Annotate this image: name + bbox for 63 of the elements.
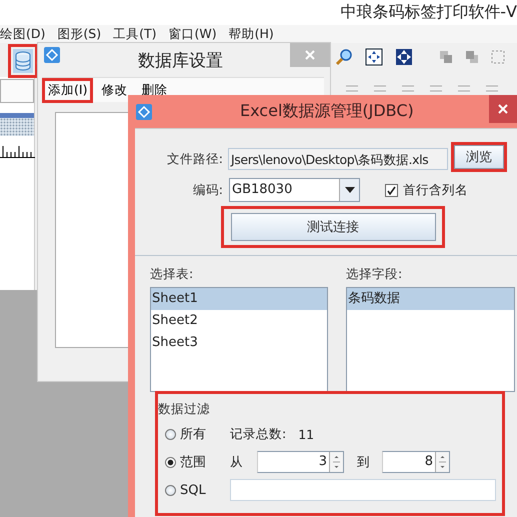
checkbox[interactable]: [385, 184, 398, 196]
path-field[interactable]: Jsers\lenovo\Desktop\条码数据.xls: [228, 148, 448, 170]
record-count-label: 记录总数:: [230, 426, 286, 442]
fit-icon[interactable]: [365, 48, 383, 66]
list-item[interactable]: Sheet2: [151, 310, 327, 332]
toolbar-button[interactable]: 添加(I): [45, 80, 90, 100]
field-label: 文件路径:: [166, 150, 223, 168]
list-item[interactable]: 条码数据: [347, 288, 514, 310]
dialog-title: Excel数据源管理(JDBC): [240, 101, 414, 122]
radio-label: SQL: [180, 482, 207, 498]
caret-icon: [344, 187, 354, 193]
menu-item[interactable]: 帮助(H): [228, 26, 274, 42]
layer-icon[interactable]: [439, 50, 453, 64]
radio-label: 范围: [180, 454, 207, 471]
menu-item[interactable]: 工具(T): [113, 26, 156, 42]
list-item[interactable]: Sheet1: [151, 288, 327, 310]
test-connection-button[interactable]: 测试连接: [230, 213, 436, 241]
from-label: 从: [230, 454, 243, 470]
to-label: 到: [357, 454, 370, 470]
check-icon: [387, 186, 396, 194]
radio-button[interactable]: [165, 456, 176, 468]
sql-field[interactable]: [230, 479, 496, 501]
database-button[interactable]: [13, 49, 33, 73]
app-icon: [44, 47, 60, 63]
align-icon[interactable]: [457, 84, 471, 94]
menu-item[interactable]: 窗口(W): [168, 26, 217, 42]
layer-icon[interactable]: [465, 50, 479, 64]
page-preview: [0, 113, 34, 136]
app-title: 中琅条码标签打印软件-V: [340, 2, 517, 23]
group-icon[interactable]: [491, 50, 505, 64]
list-item[interactable]: Sheet3: [151, 332, 327, 354]
radio-button[interactable]: [165, 484, 176, 496]
menu-item[interactable]: 图形(S): [57, 26, 102, 42]
dropdown-field[interactable]: [0, 79, 34, 103]
ruler-drawing: [0, 146, 35, 158]
close-button[interactable]: [489, 94, 517, 122]
dialog-title: 数据库设置: [138, 50, 223, 72]
spinner-field[interactable]: 3: [257, 451, 344, 473]
encoding-dropdown[interactable]: GB18030: [229, 178, 360, 202]
align-icon[interactable]: [429, 84, 443, 94]
align-icon[interactable]: [401, 84, 415, 94]
search-icon[interactable]: [335, 48, 353, 66]
fit-icon[interactable]: [395, 48, 413, 66]
field-label: 编码:: [192, 182, 223, 198]
app-icon: [136, 104, 152, 120]
toolbar-button[interactable]: 删除: [138, 80, 170, 100]
radio-label: 所有: [180, 426, 207, 443]
close-icon: [498, 104, 508, 114]
radio-button[interactable]: [165, 428, 176, 440]
record-count: 11: [298, 426, 314, 442]
browse-button[interactable]: 浏览: [454, 145, 504, 169]
list-label: 选择字段:: [346, 266, 404, 282]
spinner-field[interactable]: 8: [382, 451, 450, 473]
group-title: 数据过滤: [158, 401, 210, 418]
align-icon[interactable]: [485, 84, 499, 94]
checkbox-label: 首行含列名: [403, 182, 468, 198]
toolbar-button[interactable]: 修改: [98, 80, 130, 100]
align-icon[interactable]: [345, 84, 359, 94]
database-icon: [15, 51, 31, 71]
menu-item[interactable]: 绘图(D): [0, 26, 46, 42]
align-icon[interactable]: [373, 84, 387, 94]
list-label: 选择表:: [150, 266, 194, 282]
close-icon: [305, 50, 315, 60]
